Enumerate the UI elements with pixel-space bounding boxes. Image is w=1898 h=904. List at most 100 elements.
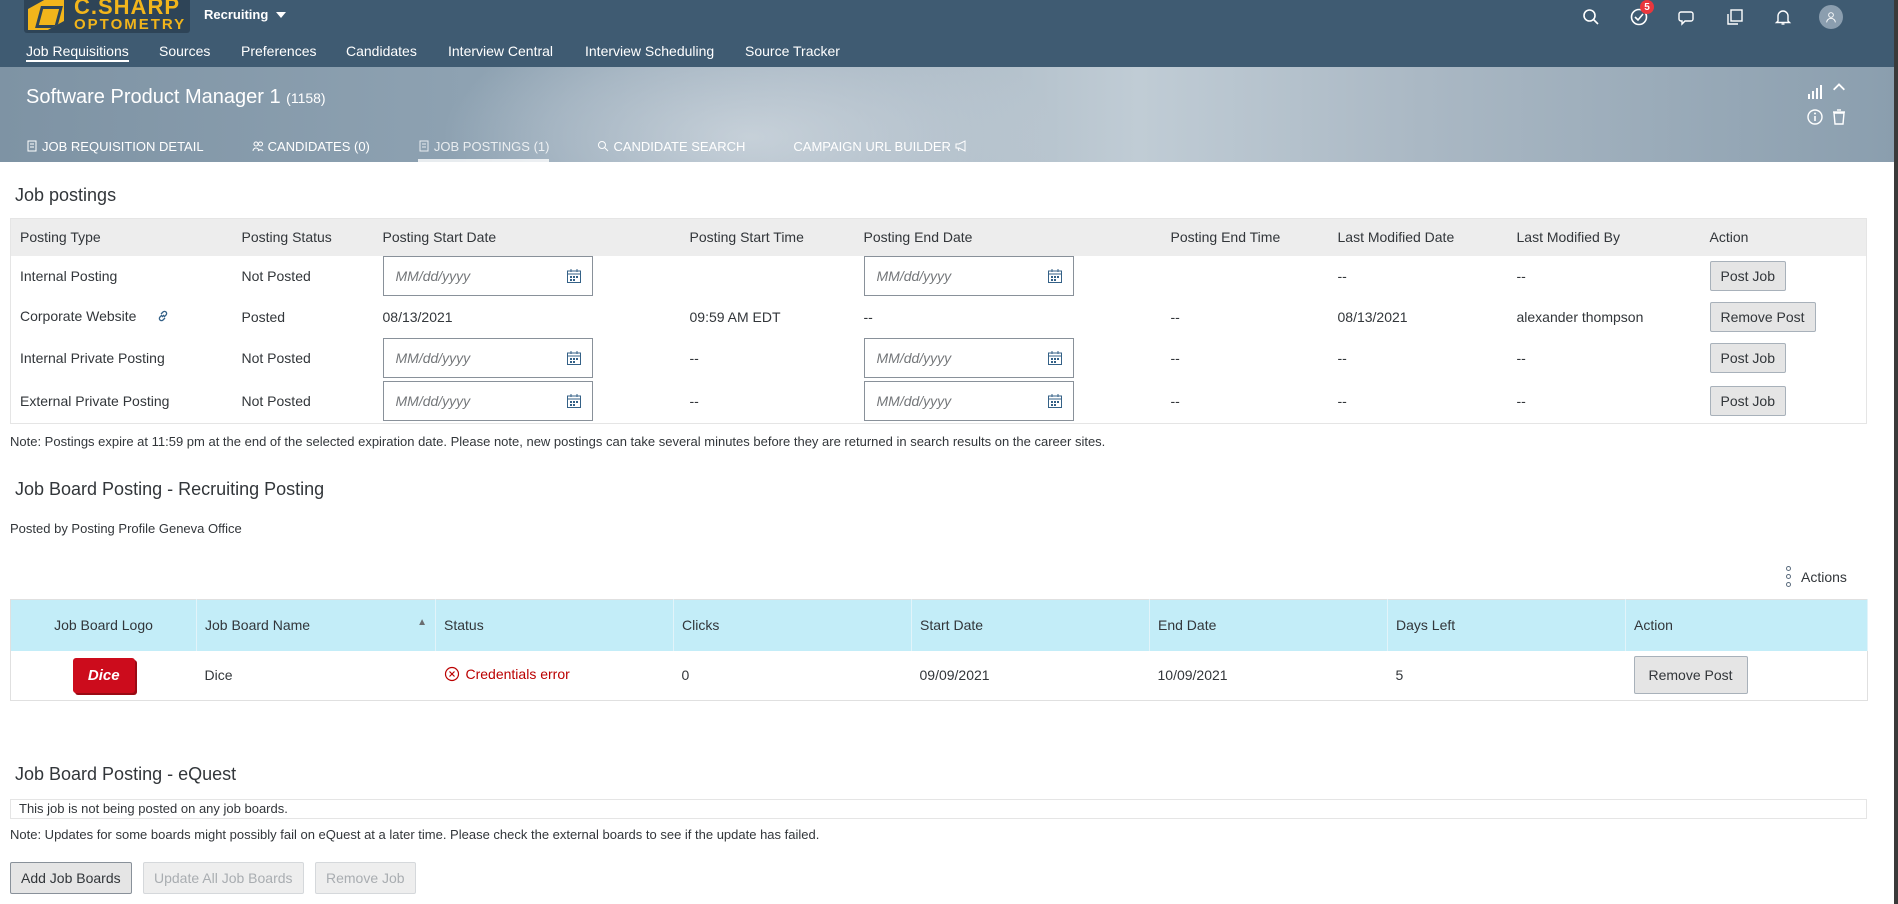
nav-sources[interactable]: Sources [159,43,210,59]
end-date-input[interactable]: MM/dd/yyyy [863,380,1074,421]
help-icon[interactable] [1722,4,1748,30]
column-header: Start Date [911,599,1150,651]
column-header: Clicks [673,599,912,651]
start-date-cell: MM/dd/yyyy [374,379,681,424]
delete-icon[interactable] [1830,108,1848,126]
document-icon [27,140,37,152]
date-placeholder: MM/dd/yyyy [395,350,471,366]
start-time: -- [689,350,699,366]
logo-mark-icon [28,0,64,30]
calendar-icon[interactable] [1047,268,1063,284]
posting-type-cell: Corporate Website [11,297,233,338]
remove-job-button[interactable]: Remove Job [315,862,416,894]
actions-menu-button[interactable]: Actions [1786,566,1847,587]
start-date-input[interactable]: MM/dd/yyyy [382,338,593,378]
posting-status: Not Posted [241,392,311,409]
end-date-input[interactable]: MM/dd/yyyy [863,256,1074,296]
end-time: -- [1170,309,1180,325]
posting-type: Internal Posting [20,268,118,284]
posting-status: Posted [241,309,286,325]
nav-job-requisitions[interactable]: Job Requisitions [26,43,129,62]
column-header: Days Left [1387,599,1626,651]
nav-interview-central[interactable]: Interview Central [448,43,553,59]
link-icon[interactable] [156,309,170,326]
start-date-input[interactable]: MM/dd/yyyy [382,256,593,296]
column-header: Status [435,599,674,651]
job-board-table: Job Board Logo Job Board Name ▲ Status C… [10,599,1868,701]
column-header: Posting End Time [1161,218,1329,256]
company-logo[interactable]: C.SHARP OPTOMETRY [24,0,190,33]
end-date-input[interactable]: MM/dd/yyyy [863,338,1074,378]
post-job-button[interactable]: Post Job [1709,343,1786,373]
column-header: Posting Status [232,218,374,256]
column-header: Action [1700,218,1867,256]
job-board-name: Dice [204,667,233,684]
column-header-sortable[interactable]: Job Board Name ▲ [196,599,436,651]
job-postings-title: Job postings [15,185,117,205]
column-header: Last Modified Date [1328,218,1508,256]
status-error: Credentials error [444,666,570,682]
job-title-text: Software Product Manager 1 [26,86,281,108]
status-cell: Credentials error [436,651,674,701]
equest-update-note: Note: Updates for some boards might poss… [10,827,820,842]
column-header: Posting End Date [854,218,1162,256]
calendar-icon[interactable] [566,350,582,366]
posted-by-text: Posted by Posting Profile Geneva Office [10,521,242,536]
modified-by: alexander thompson [1516,309,1644,325]
tab-candidates[interactable]: CANDIDATES (0) [252,130,370,162]
todo-icon[interactable]: 5 [1626,0,1654,30]
search-icon[interactable] [1578,4,1604,30]
end-date-cell: MM/dd/yyyy [855,256,1162,297]
start-time: -- [689,392,699,409]
bar-chart-icon[interactable] [1806,83,1824,101]
post-job-button[interactable]: Post Job [1709,261,1786,291]
modified-date: -- [1337,392,1347,409]
job-postings-table: Posting Type Posting Status Posting Star… [10,218,1867,424]
add-job-boards-button[interactable]: Add Job Boards [10,862,132,894]
shell-bar: C.SHARP OPTOMETRY Recruiting 5 [0,0,1898,34]
bell-icon[interactable] [1770,4,1796,30]
dice-logo: Dice [72,657,135,693]
table-row: Dice Dice Credentials error 0 09/09/2021… [11,651,1868,701]
module-switcher[interactable]: Recruiting [204,7,287,22]
nav-interview-scheduling[interactable]: Interview Scheduling [585,43,714,59]
tab-label: JOB REQUISITION DETAIL [42,139,204,154]
calendar-icon[interactable] [1047,350,1063,366]
update-all-job-boards-button[interactable]: Update All Job Boards [143,862,304,894]
job-board-recruiting-title: Job Board Posting - Recruiting Posting [15,479,325,499]
modified-date: 08/13/2021 [1337,309,1408,325]
tab-job-requisition-detail[interactable]: JOB REQUISITION DETAIL [26,130,204,162]
megaphone-icon [955,140,966,152]
date-placeholder: MM/dd/yyyy [876,268,952,284]
column-header: Last Modified By [1507,218,1701,256]
nav-source-tracker[interactable]: Source Tracker [745,43,840,59]
end-date: 10/09/2021 [1157,667,1228,684]
tab-campaign-url-builder[interactable]: CAMPAIGN URL BUILDER [793,130,966,162]
chat-icon[interactable] [1674,4,1700,30]
end-time: -- [1170,392,1180,409]
posting-type: Corporate Website [20,308,137,325]
tab-candidate-search[interactable]: CANDIDATE SEARCH [597,130,745,162]
no-job-boards-message: This job is not being posted on any job … [10,799,1867,819]
nav-candidates[interactable]: Candidates [346,43,417,59]
remove-post-button[interactable]: Remove Post [1633,656,1748,695]
post-job-button[interactable]: Post Job [1709,385,1786,416]
people-icon [252,141,263,152]
remove-post-button[interactable]: Remove Post [1709,302,1816,332]
info-icon[interactable] [1806,108,1824,126]
column-header-label: Job Board Name [205,617,311,634]
sort-ascending-icon[interactable]: ▲ [417,617,427,628]
tab-job-postings[interactable]: JOB POSTINGS (1) [417,130,550,162]
user-avatar[interactable] [1818,4,1844,30]
start-date-input[interactable]: MM/dd/yyyy [382,380,593,421]
calendar-icon[interactable] [566,268,582,284]
modified-date: -- [1337,350,1347,366]
date-placeholder: MM/dd/yyyy [395,268,471,284]
more-vertical-icon [1786,566,1791,587]
nav-preferences[interactable]: Preferences [241,43,316,59]
calendar-icon[interactable] [566,393,582,409]
calendar-icon[interactable] [1047,393,1063,409]
collapse-header-icon[interactable] [1830,79,1848,97]
start-date-cell: MM/dd/yyyy [374,256,681,297]
job-board-equest-title: Job Board Posting - eQuest [15,764,237,784]
